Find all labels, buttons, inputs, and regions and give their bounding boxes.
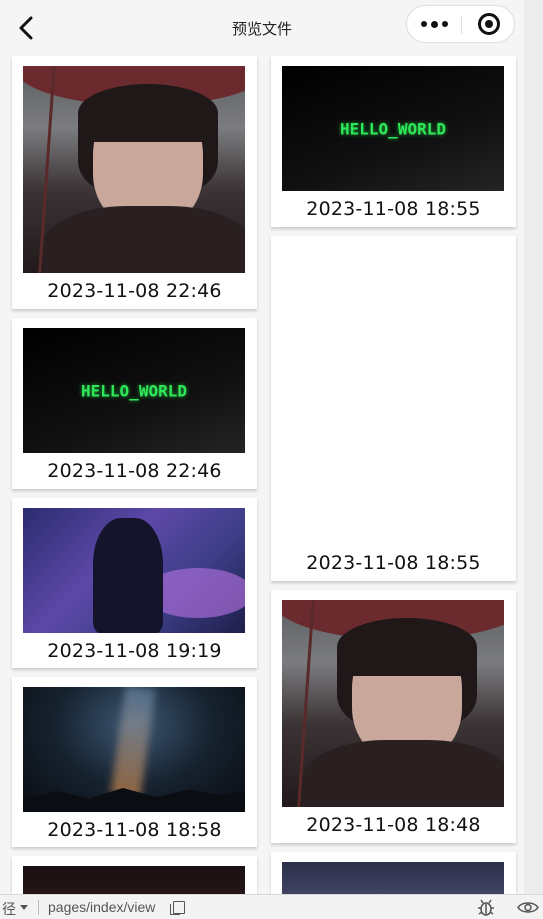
file-date: 2023-11-08 18:58: [47, 819, 222, 841]
thumbnail-blank: [282, 246, 504, 546]
thumbnail-hello-world: HELLO_WORLD: [282, 66, 504, 191]
hello-world-text: HELLO_WORLD: [81, 381, 187, 400]
chevron-down-icon[interactable]: [20, 905, 28, 910]
thumbnail-girl-umbrella: [23, 66, 245, 273]
path-label: 径: [2, 901, 16, 917]
thumbnail-girl-umbrella: [282, 600, 504, 807]
coat-shape: [302, 740, 504, 807]
file-date: 2023-11-08 22:46: [47, 460, 222, 482]
file-date: 2023-11-08 19:19: [47, 640, 222, 662]
target-icon: [477, 13, 500, 35]
file-card[interactable]: 2023-11-08 22:46: [12, 56, 257, 309]
file-date: 2023-11-08 18:48: [306, 814, 481, 836]
file-date: 2023-11-08 22:46: [47, 280, 222, 302]
more-dots-icon: [441, 21, 448, 27]
galaxy-band-shape: [110, 687, 156, 799]
more-dots-icon: [420, 21, 427, 27]
thumbnail-dark-dragon: [23, 866, 245, 894]
file-card[interactable]: 2023-11-08 19:19: [12, 498, 257, 668]
hello-world-text: HELLO_WORLD: [340, 119, 446, 138]
warrior-figure-shape: [93, 518, 163, 633]
devtools-status-bar: 径 pages/index/view: [0, 894, 543, 919]
thumbnail-galaxy-night: [23, 687, 245, 812]
file-card[interactable]: [271, 852, 516, 894]
file-card[interactable]: 2023-11-08 18:55: [271, 236, 516, 581]
file-card[interactable]: [12, 856, 257, 894]
menu-capsule: [406, 5, 515, 43]
bug-icon[interactable]: [477, 899, 495, 916]
file-card[interactable]: 2023-11-08 18:48: [271, 590, 516, 843]
page-path: pages/index/view: [48, 899, 156, 915]
hair-fringe-shape: [78, 84, 218, 142]
eye-icon[interactable]: [517, 901, 539, 914]
navigation-bar: 预览文件: [0, 0, 524, 56]
divider: [38, 900, 39, 915]
file-card[interactable]: 2023-11-08 18:58: [12, 677, 257, 847]
thumbnail-cyber-girl: [282, 862, 504, 894]
file-card[interactable]: HELLO_WORLD 2023-11-08 18:55: [271, 56, 516, 227]
phone-screen: 预览文件 2023-11-08 22:46 HELLO_WORLD 2023-1…: [0, 0, 524, 894]
more-dots-icon: [430, 20, 438, 28]
hair-fringe-shape: [337, 618, 477, 676]
more-button[interactable]: [407, 6, 461, 42]
thumbnail-purple-warrior: [23, 508, 245, 633]
thumbnail-hello-world: HELLO_WORLD: [23, 328, 245, 453]
copy-icon[interactable]: [170, 901, 185, 915]
file-date: 2023-11-08 18:55: [306, 198, 481, 220]
file-card[interactable]: HELLO_WORLD 2023-11-08 22:46: [12, 318, 257, 489]
close-miniprogram-button[interactable]: [462, 6, 515, 42]
file-date: 2023-11-08 18:55: [306, 552, 481, 574]
scrollbar-track[interactable]: [524, 0, 543, 894]
coat-shape: [43, 206, 245, 273]
